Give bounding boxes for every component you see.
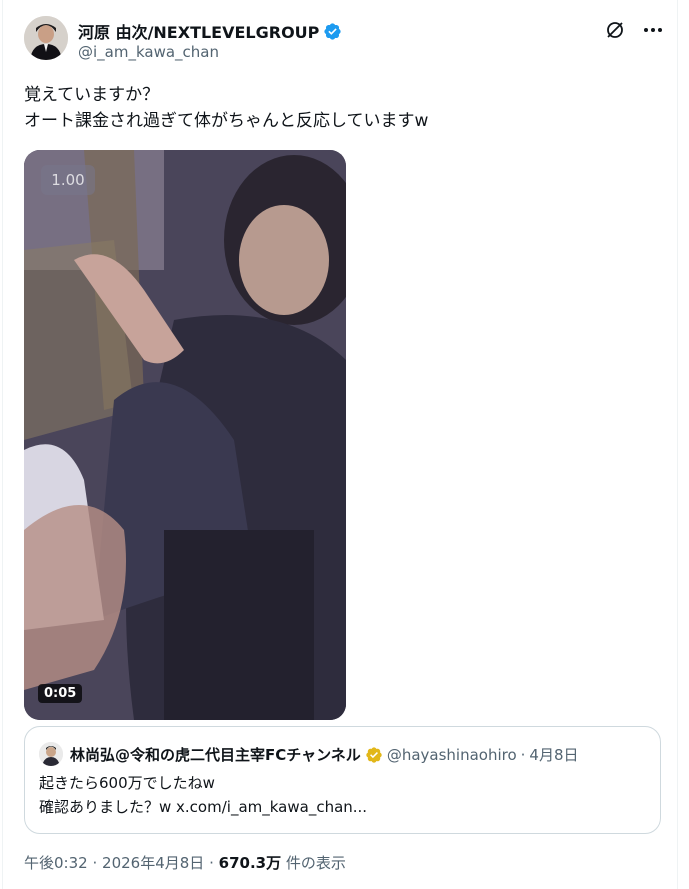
author-avatar[interactable] — [24, 16, 68, 60]
quoted-text-line-2: 確認ありました？w x.com/i_am_kawa_chan... — [39, 798, 368, 816]
quoted-display-name[interactable]: 林尚弘@令和の虎二代目主宰FCチャンネル — [70, 744, 361, 765]
tweet-date[interactable]: 2026年4月8日 — [102, 854, 204, 872]
footer-separator-1: · — [92, 854, 98, 872]
video-player[interactable]: 1.00 0:05 — [24, 150, 346, 720]
tweet-text-line-2: オート課金され過ぎて体がちゃんと反応していますw — [24, 111, 429, 131]
view-count[interactable]: 670.3万 — [219, 854, 281, 872]
quoted-author-avatar[interactable] — [39, 742, 63, 766]
tweet-time[interactable]: 午後0:32 — [24, 854, 88, 872]
verified-badge-icon — [324, 22, 342, 40]
quoted-profile-photo-icon — [39, 742, 63, 766]
quoted-text: 起きたら600万でしたねw 確認ありました？w x.com/i_am_kawa_… — [39, 771, 367, 819]
more-button[interactable] — [643, 20, 663, 40]
quoted-text-line-1: 起きたら600万でしたねw — [39, 774, 215, 792]
author-name-row[interactable]: 河原 由次/NEXTLEVELGROUP — [78, 19, 342, 43]
author-display-name[interactable]: 河原 由次/NEXTLEVELGROUP — [78, 19, 319, 43]
tweet-text-line-1: 覚えていますか？ — [24, 85, 160, 105]
quoted-separator: · — [520, 745, 526, 764]
video-frame — [24, 150, 346, 720]
grok-button[interactable] — [605, 20, 625, 40]
quoted-handle[interactable]: @hayashinaohiro — [387, 746, 517, 764]
view-count-label: 件の表示 — [285, 854, 346, 872]
footer-separator-2: · — [209, 854, 214, 872]
quoted-header: 林尚弘@令和の虎二代目主宰FCチャンネル @hayashinaohiro · 4… — [70, 744, 579, 765]
quoted-date[interactable]: 4月8日 — [529, 744, 578, 765]
video-duration: 0:05 — [38, 684, 83, 703]
tweet-meta-footer: 午後0:32 · 2026年4月8日 · 670.3万 件の表示 — [24, 852, 346, 873]
grok-icon — [607, 22, 623, 38]
author-handle[interactable]: @i_am_kawa_chan — [78, 43, 219, 61]
tweet-text: 覚えていますか？ オート課金され過ぎて体がちゃんと反応していますw — [24, 82, 428, 134]
profile-photo-icon — [24, 16, 68, 60]
more-icon — [644, 28, 662, 32]
gold-verified-badge-icon — [366, 746, 382, 763]
tweet-toolbar — [605, 20, 663, 40]
quoted-tweet[interactable]: 林尚弘@令和の虎二代目主宰FCチャンネル @hayashinaohiro · 4… — [24, 726, 661, 834]
playback-speed-badge[interactable]: 1.00 — [41, 165, 95, 195]
